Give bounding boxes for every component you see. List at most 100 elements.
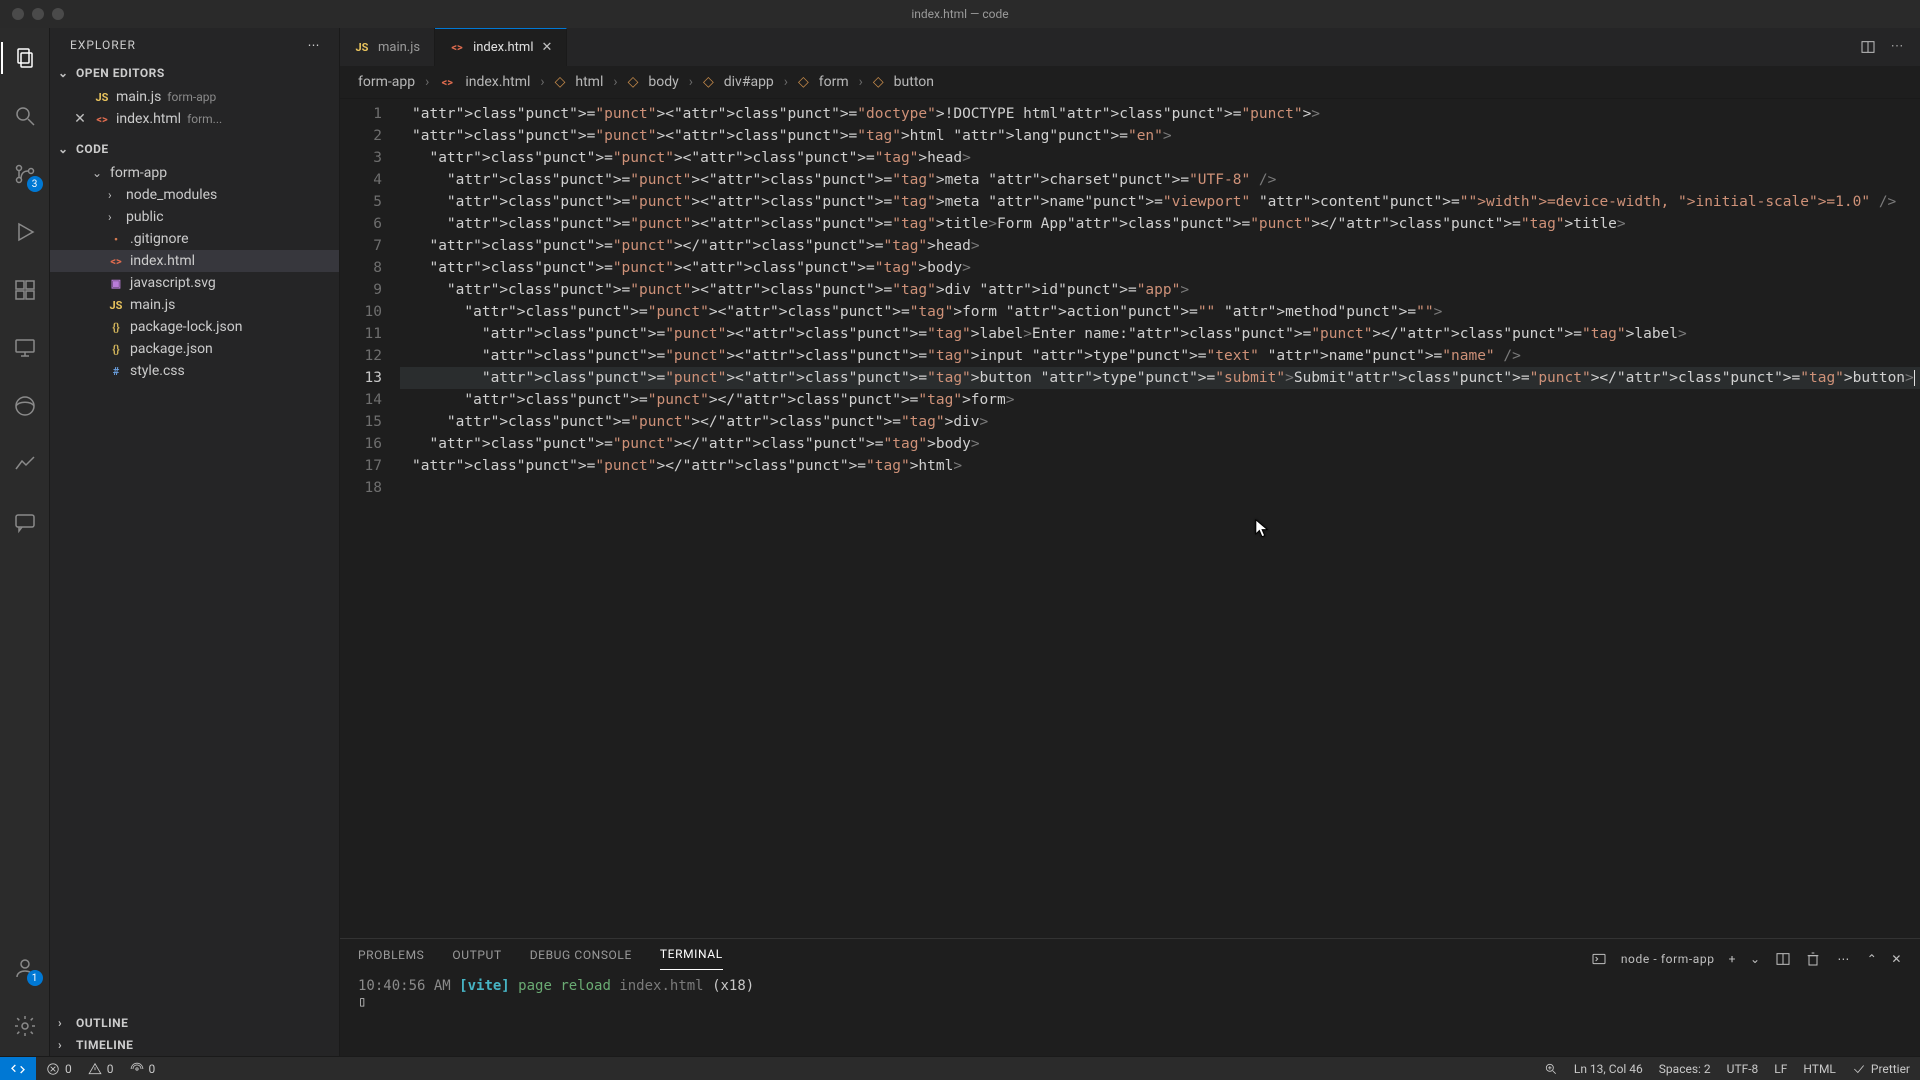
extensions-icon <box>13 278 37 302</box>
edge-icon <box>13 394 37 418</box>
monitor-icon <box>13 336 37 360</box>
run-debug-tab[interactable] <box>1 212 49 252</box>
terminal-message: page reload <box>518 978 611 994</box>
split-editor-button[interactable] <box>1860 39 1876 55</box>
split-terminal-button[interactable] <box>1775 951 1791 967</box>
timeline-section[interactable]: › TIMELINE <box>50 1034 339 1056</box>
files-icon <box>13 46 37 70</box>
zoom-window-icon[interactable] <box>52 8 64 20</box>
breadcrumb-item[interactable]: button <box>894 74 934 90</box>
outline-section[interactable]: › OUTLINE <box>50 1012 339 1034</box>
terminal-dropdown-icon[interactable]: ⌄ <box>1750 952 1761 966</box>
new-terminal-button[interactable]: + <box>1729 952 1736 966</box>
close-panel-button[interactable]: ✕ <box>1891 952 1902 966</box>
warning-count: 0 <box>107 1062 114 1076</box>
status-encoding[interactable]: UTF-8 <box>1727 1062 1759 1076</box>
status-ports[interactable]: 0 <box>130 1062 156 1076</box>
panel-tab-terminal[interactable]: TERMINAL <box>660 947 723 970</box>
panel-tab-problems[interactable]: PROBLEMS <box>358 948 424 970</box>
status-indentation[interactable]: Spaces: 2 <box>1659 1062 1711 1076</box>
close-editor-icon[interactable]: ✕ <box>72 111 88 127</box>
editor-area: JS main.js <> index.html ✕ ⋯ form-app › … <box>340 28 1920 1056</box>
file-item[interactable]: {} package-lock.json <box>50 316 339 338</box>
folder-item[interactable]: › node_modules <box>50 184 339 206</box>
close-tab-icon[interactable]: ✕ <box>541 40 552 55</box>
error-icon <box>46 1062 60 1076</box>
file-item[interactable]: {} package.json <box>50 338 339 360</box>
file-tree: ⌄ form-app › node_modules › public • .gi… <box>50 160 339 390</box>
open-editor-item[interactable]: ✕ <> index.html form... <box>50 108 339 130</box>
status-cursor-position[interactable]: Ln 13, Col 46 <box>1574 1062 1643 1076</box>
breadcrumb-item[interactable]: html <box>575 74 603 90</box>
terminal-output[interactable]: 10:40:56 AM [vite] page reload index.htm… <box>340 970 1920 1018</box>
file-name: index.html <box>130 253 195 269</box>
open-editor-item[interactable]: JS main.js form-app <box>50 86 339 108</box>
edge-tools-tab[interactable] <box>1 386 49 426</box>
accounts-button[interactable]: 1 <box>1 948 49 988</box>
code-editor[interactable]: 123456789101112131415161718 "attr">class… <box>340 99 1920 938</box>
remote-explorer-tab[interactable] <box>1 328 49 368</box>
kill-terminal-button[interactable] <box>1805 951 1821 967</box>
tab-index-html[interactable]: <> index.html ✕ <box>435 28 567 66</box>
explorer-tab[interactable] <box>1 38 49 78</box>
check-icon <box>1852 1062 1866 1076</box>
bottom-panel: PROBLEMS OUTPUT DEBUG CONSOLE TERMINAL n… <box>340 938 1920 1056</box>
workspace-section[interactable]: ⌄ CODE <box>50 138 339 160</box>
comments-tab[interactable] <box>1 502 49 542</box>
css-file-icon: # <box>108 363 124 379</box>
remote-icon <box>10 1061 26 1077</box>
file-item[interactable]: JS main.js <box>50 294 339 316</box>
remote-button[interactable] <box>0 1057 36 1080</box>
json-file-icon: {} <box>108 319 124 335</box>
testing-tab[interactable] <box>1 444 49 484</box>
accounts-badge: 1 <box>27 970 43 986</box>
chevron-right-icon: › <box>108 210 120 224</box>
file-name: style.css <box>130 363 185 379</box>
settings-button[interactable] <box>1 1006 49 1046</box>
open-editors-section[interactable]: ⌄ OPEN EDITORS <box>50 62 339 84</box>
panel-more-button[interactable]: ⋯ <box>1835 952 1853 966</box>
file-name: .gitignore <box>130 231 189 247</box>
breadcrumb-item[interactable]: index.html <box>465 74 530 90</box>
status-language[interactable]: HTML <box>1803 1062 1836 1076</box>
chevron-right-icon: › <box>689 74 693 90</box>
line-numbers: 123456789101112131415161718 <box>340 99 400 938</box>
terminal-title[interactable]: node - form-app <box>1621 952 1715 966</box>
file-item[interactable]: • .gitignore <box>50 228 339 250</box>
source-control-tab[interactable]: 3 <box>1 154 49 194</box>
minimize-window-icon[interactable] <box>32 8 44 20</box>
status-bar: 0 0 0 Ln 13, Col 46 Spaces: 2 UTF-8 LF H… <box>0 1056 1920 1080</box>
panel-tab-output[interactable]: OUTPUT <box>452 948 501 970</box>
window-controls[interactable] <box>12 8 64 20</box>
terminal-process-icon <box>1591 951 1607 967</box>
panel-tab-debug[interactable]: DEBUG CONSOLE <box>530 948 632 970</box>
zoom-button[interactable] <box>1544 1062 1558 1076</box>
search-tab[interactable] <box>1 96 49 136</box>
status-prettier[interactable]: Prettier <box>1852 1062 1910 1076</box>
tab-main-js[interactable]: JS main.js <box>340 28 435 66</box>
maximize-panel-button[interactable]: ⌃ <box>1867 952 1878 966</box>
folder-item[interactable]: ⌄ form-app <box>50 162 339 184</box>
editor-tabs: JS main.js <> index.html ✕ ⋯ <box>340 28 1920 66</box>
symbol-icon: ◇ <box>628 74 639 90</box>
sidebar-more-button[interactable]: ⋯ <box>305 38 323 52</box>
code-content[interactable]: "attr">class"punct">="punct"><"attr">cla… <box>400 99 1920 938</box>
extensions-tab[interactable] <box>1 270 49 310</box>
breadcrumb-item[interactable]: form <box>819 74 849 90</box>
folder-name: public <box>126 209 164 225</box>
editor-more-button[interactable]: ⋯ <box>1888 39 1906 55</box>
error-count: 0 <box>65 1062 72 1076</box>
file-item[interactable]: ▣ javascript.svg <box>50 272 339 294</box>
file-item[interactable]: # style.css <box>50 360 339 382</box>
status-warnings[interactable]: 0 <box>88 1062 114 1076</box>
file-item[interactable]: <> index.html <box>50 250 339 272</box>
status-errors[interactable]: 0 <box>46 1062 72 1076</box>
breadcrumb-item[interactable]: body <box>648 74 678 90</box>
breadcrumb-item[interactable]: form-app <box>358 74 415 90</box>
breadcrumb-item[interactable]: div#app <box>724 74 774 90</box>
folder-item[interactable]: › public <box>50 206 339 228</box>
activity-bar: 3 1 <box>0 28 50 1056</box>
status-eol[interactable]: LF <box>1774 1062 1787 1076</box>
close-window-icon[interactable] <box>12 8 24 20</box>
breadcrumbs[interactable]: form-app › <> index.html › ◇ html › ◇ bo… <box>340 66 1920 99</box>
